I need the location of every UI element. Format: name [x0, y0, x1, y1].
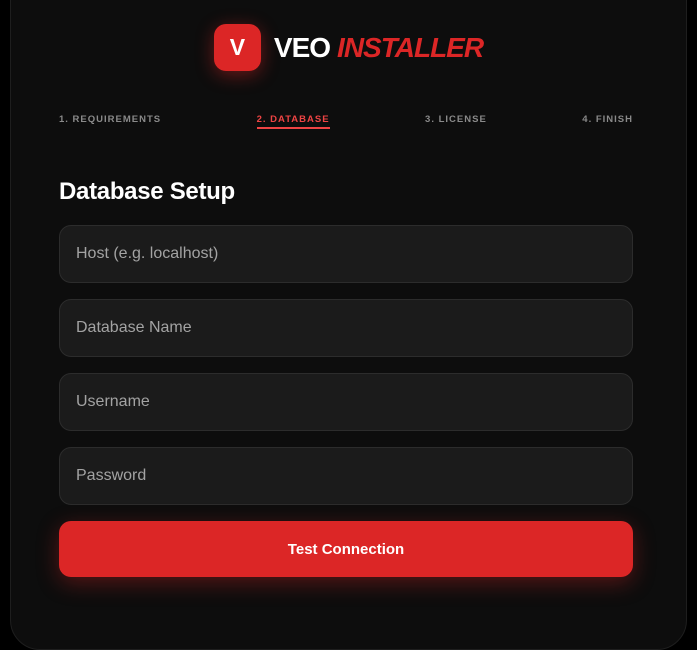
host-input[interactable] — [59, 225, 633, 283]
step-finish[interactable]: 4. FINISH — [582, 114, 633, 129]
logo-icon: V — [213, 24, 261, 71]
brand-header: V VEO INSTALLER — [0, 24, 697, 71]
step-database[interactable]: 2. DATABASE — [256, 114, 330, 129]
password-input[interactable] — [59, 447, 633, 505]
step-requirements[interactable]: 1. REQUIREMENTS — [59, 114, 161, 129]
page-title: Database Setup — [59, 178, 235, 205]
test-connection-button[interactable]: Test Connection — [59, 521, 633, 577]
database-name-input[interactable] — [59, 299, 633, 357]
brand-title: VEO INSTALLER — [273, 31, 484, 64]
brand-name-primary: VEO — [273, 31, 331, 63]
username-input[interactable] — [59, 373, 633, 431]
brand-name-accent: INSTALLER — [337, 31, 484, 63]
step-license[interactable]: 3. LICENSE — [425, 114, 487, 129]
installer-steps: 1. REQUIREMENTS 2. DATABASE 3. LICENSE 4… — [59, 114, 633, 129]
logo-letter: V — [229, 34, 246, 60]
